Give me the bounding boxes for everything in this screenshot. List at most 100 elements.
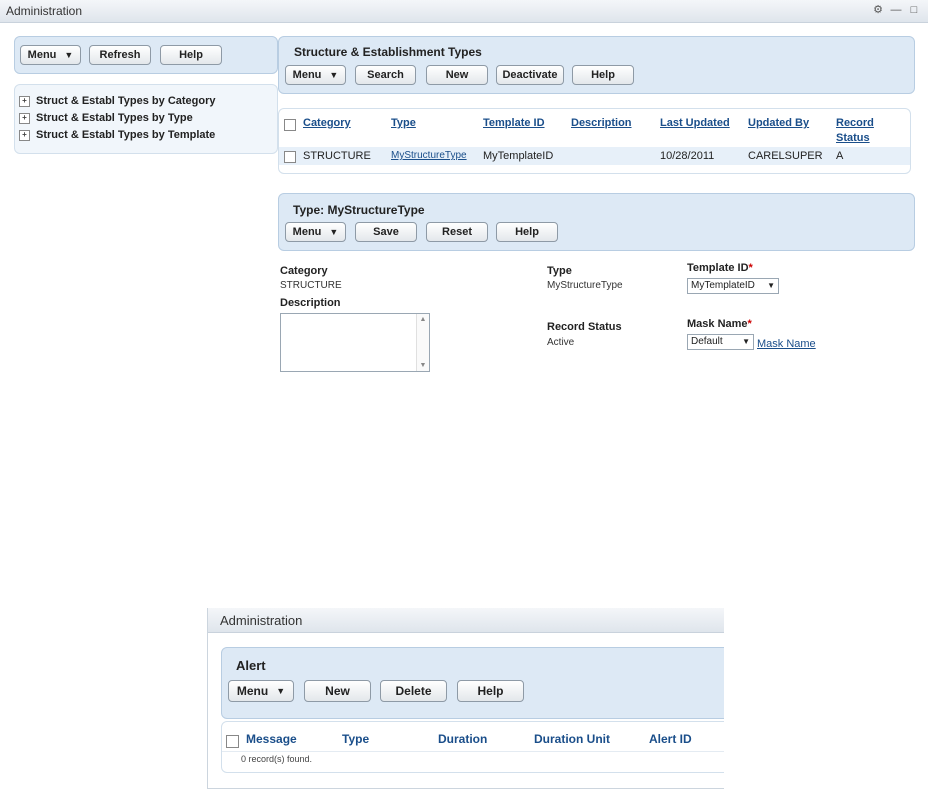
maximize-icon[interactable]: □ bbox=[908, 4, 920, 16]
header-category[interactable]: Category bbox=[303, 117, 351, 129]
menu-caret-icon: ▼ bbox=[64, 50, 74, 60]
administration-window: Administration ⚙ — □ Menu ▼ Refresh Help… bbox=[0, 0, 928, 379]
detail-panel-title: Type: MyStructureType bbox=[293, 203, 425, 217]
settings-icon[interactable]: ⚙ bbox=[872, 4, 884, 16]
alert-panel: Alert Menu ▼ New Delete Help bbox=[221, 647, 724, 719]
detail-panel: Type: MyStructureType Menu ▼ Save Reset … bbox=[278, 193, 915, 251]
category-value: STRUCTURE bbox=[280, 280, 342, 291]
alert-help-button[interactable]: Help bbox=[457, 680, 524, 702]
header-duration-unit[interactable]: Duration Unit bbox=[534, 732, 610, 746]
types-menu-label: Menu bbox=[292, 69, 322, 81]
expand-icon[interactable]: + bbox=[19, 112, 30, 124]
header-duration[interactable]: Duration bbox=[438, 732, 487, 746]
alert-table: Message Type Duration Duration Unit Aler… bbox=[221, 721, 724, 773]
tree-item-label: Struct & Establ Types by Category bbox=[36, 95, 216, 107]
types-panel: Structure & Establishment Types Menu ▼ S… bbox=[278, 36, 915, 94]
types-panel-title: Structure & Establishment Types bbox=[294, 45, 482, 59]
header-status[interactable]: Status bbox=[836, 132, 870, 144]
tree-item-by-template[interactable]: + Struct & Establ Types by Template bbox=[19, 129, 215, 141]
mask-name-link[interactable]: Mask Name bbox=[757, 338, 816, 350]
alert-select-all-checkbox[interactable] bbox=[226, 735, 239, 748]
cell-category: STRUCTURE bbox=[303, 150, 371, 162]
template-id-label-text: Template ID bbox=[687, 262, 749, 274]
empty-records-text: 0 record(s) found. bbox=[241, 754, 313, 764]
window-title: Administration bbox=[6, 4, 83, 18]
category-label: Category bbox=[280, 265, 328, 277]
alert-delete-button[interactable]: Delete bbox=[380, 680, 447, 702]
types-help-button[interactable]: Help bbox=[572, 65, 634, 85]
template-id-select[interactable]: MyTemplateID ▼ bbox=[687, 278, 779, 294]
cell-last-updated: 10/28/2011 bbox=[660, 150, 715, 162]
save-button[interactable]: Save bbox=[355, 222, 417, 242]
mask-name-label-text: Mask Name bbox=[687, 318, 748, 330]
menu-caret-icon: ▼ bbox=[276, 686, 286, 696]
description-textarea[interactable]: ▲ ▼ bbox=[280, 313, 430, 372]
mask-name-select[interactable]: Default ▼ bbox=[687, 334, 754, 350]
header-template-id[interactable]: Template ID bbox=[483, 117, 545, 129]
deactivate-button[interactable]: Deactivate bbox=[496, 65, 564, 85]
row-checkbox[interactable] bbox=[284, 151, 296, 163]
type-tree: + Struct & Establ Types by Category + St… bbox=[14, 84, 278, 154]
required-marker: * bbox=[748, 262, 753, 274]
expand-icon[interactable]: + bbox=[19, 95, 30, 107]
left-toolbar-panel: Menu ▼ Refresh Help bbox=[14, 36, 278, 74]
tree-item-label: Struct & Establ Types by Template bbox=[36, 129, 216, 141]
types-table: Category Type Template ID Description La… bbox=[278, 108, 911, 174]
detail-menu-button[interactable]: Menu ▼ bbox=[285, 222, 346, 242]
menu-caret-icon: ▼ bbox=[329, 70, 339, 80]
alert-menu-button[interactable]: Menu ▼ bbox=[228, 680, 294, 702]
window2-titlebar: Administration bbox=[208, 608, 724, 633]
alert-menu-label: Menu bbox=[236, 684, 269, 698]
window2-title: Administration bbox=[220, 613, 303, 628]
new-button[interactable]: New bbox=[426, 65, 488, 85]
alert-panel-title: Alert bbox=[236, 658, 266, 673]
header-record[interactable]: Record bbox=[836, 117, 874, 129]
select-all-checkbox[interactable] bbox=[284, 119, 296, 131]
required-marker: * bbox=[747, 318, 752, 330]
scroll-up-icon[interactable]: ▲ bbox=[417, 316, 429, 323]
cell-status: A bbox=[836, 150, 844, 162]
type-label: Type bbox=[547, 265, 572, 277]
type-value: MyStructureType bbox=[547, 280, 623, 291]
mask-name-label: Mask Name* bbox=[687, 318, 752, 330]
dropdown-arrow-icon[interactable]: ▼ bbox=[742, 335, 750, 349]
tree-item-label: Struct & Establ Types by Type bbox=[36, 112, 193, 124]
left-menu-label: Menu bbox=[27, 49, 57, 61]
dropdown-arrow-icon[interactable]: ▼ bbox=[767, 279, 775, 293]
template-id-label: Template ID* bbox=[687, 262, 753, 274]
administration-window-alert: Administration Alert Menu ▼ New Delete H… bbox=[207, 608, 724, 789]
expand-icon[interactable]: + bbox=[19, 129, 30, 141]
scroll-down-icon[interactable]: ▼ bbox=[417, 362, 429, 369]
types-menu-button[interactable]: Menu ▼ bbox=[285, 65, 346, 85]
header-alert-id[interactable]: Alert ID bbox=[649, 732, 692, 746]
table-divider bbox=[222, 751, 724, 752]
mask-name-selected: Default bbox=[691, 336, 723, 347]
header-alert-type[interactable]: Type bbox=[342, 732, 369, 746]
menu-caret-icon: ▼ bbox=[329, 227, 339, 237]
detail-help-button[interactable]: Help bbox=[496, 222, 558, 242]
header-message[interactable]: Message bbox=[246, 732, 297, 746]
tree-item-by-category[interactable]: + Struct & Establ Types by Category bbox=[19, 95, 216, 107]
detail-menu-label: Menu bbox=[292, 226, 322, 238]
cell-type-link[interactable]: MyStructureType bbox=[391, 150, 467, 161]
minimize-icon[interactable]: — bbox=[890, 4, 902, 16]
tree-item-by-type[interactable]: + Struct & Establ Types by Type bbox=[19, 112, 193, 124]
record-status-value: Active bbox=[547, 337, 575, 348]
table-row[interactable]: STRUCTURE MyStructureType MyTemplateID 1… bbox=[279, 147, 910, 165]
left-help-button[interactable]: Help bbox=[160, 45, 222, 65]
header-updated-by[interactable]: Updated By bbox=[748, 117, 809, 129]
cell-updated-by: CARELSUPER bbox=[748, 150, 823, 162]
description-label: Description bbox=[280, 297, 341, 309]
alert-new-button[interactable]: New bbox=[304, 680, 371, 702]
reset-button[interactable]: Reset bbox=[426, 222, 488, 242]
cell-template-id: MyTemplateID bbox=[483, 150, 554, 162]
refresh-button[interactable]: Refresh bbox=[89, 45, 151, 65]
header-last-updated[interactable]: Last Updated bbox=[660, 117, 730, 129]
textarea-scrollbar[interactable]: ▲ ▼ bbox=[416, 314, 429, 371]
header-description[interactable]: Description bbox=[571, 117, 632, 129]
search-button[interactable]: Search bbox=[355, 65, 416, 85]
template-id-selected: MyTemplateID bbox=[691, 280, 755, 291]
header-type[interactable]: Type bbox=[391, 117, 416, 129]
left-menu-button[interactable]: Menu ▼ bbox=[20, 45, 81, 65]
record-status-label: Record Status bbox=[547, 321, 622, 333]
